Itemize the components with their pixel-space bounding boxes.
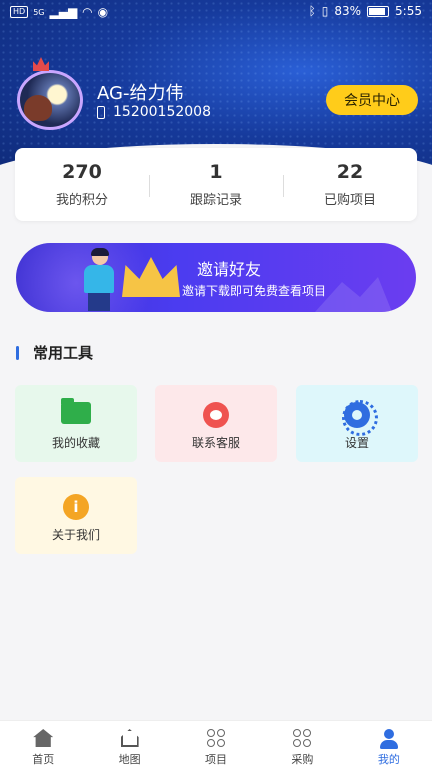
- stat-label: 已购项目: [323, 193, 376, 208]
- bluetooth-icon: ᛒ: [308, 4, 316, 18]
- stat-value: 270: [62, 161, 102, 183]
- vibrate-icon: ▯: [321, 4, 329, 18]
- bottom-tab-bar: 首页 地图 项目 采购 我的: [0, 720, 432, 768]
- tab-map[interactable]: 地图: [86, 721, 172, 768]
- tool-label: 我的收藏: [51, 436, 100, 450]
- stat-label: 跟踪记录: [189, 193, 242, 208]
- tab-mine[interactable]: 我的: [346, 721, 432, 768]
- tool-label: 关于我们: [51, 528, 100, 542]
- home-icon: [33, 729, 54, 747]
- tab-label: 首页: [32, 753, 55, 766]
- tool-customer-service[interactable]: 联系客服: [155, 385, 277, 462]
- eye-icon: ◉: [97, 5, 109, 19]
- tab-purchase[interactable]: 采购: [259, 721, 345, 768]
- hd-chip: HD: [10, 6, 29, 18]
- phone-row: 15200152008: [97, 104, 211, 120]
- tool-label: 设置: [344, 436, 369, 450]
- stat-label: 我的积分: [55, 193, 108, 208]
- signal-icon: ▂▄▆: [49, 5, 78, 19]
- battery-icon: [367, 5, 390, 17]
- section-title-text: 常用工具: [33, 344, 94, 362]
- stat-value: 1: [209, 161, 223, 183]
- tool-settings[interactable]: 设置: [296, 385, 418, 462]
- stats-card: 270 我的积分 1 跟踪记录 22 已购项目: [15, 148, 417, 221]
- grid-icon: [293, 729, 312, 747]
- clock: 5:55: [395, 4, 422, 18]
- signal-label: 5G: [33, 7, 45, 17]
- phone-number: 15200152008: [113, 104, 211, 120]
- tab-projects[interactable]: 项目: [173, 721, 259, 768]
- battery-percent: 83%: [334, 4, 362, 18]
- username: AG-给力伟: [97, 83, 184, 104]
- tools-section-title: 常用工具: [16, 342, 93, 363]
- avatar[interactable]: [17, 70, 83, 130]
- user-icon: [379, 729, 399, 749]
- banner-title: 邀请好友: [197, 260, 262, 279]
- stat-points[interactable]: 270 我的积分: [15, 161, 149, 208]
- grid-icon: [207, 729, 226, 747]
- vip-center-button[interactable]: 会员中心: [326, 85, 418, 115]
- invite-friends-banner[interactable]: 邀请好友 邀请下载即可免费查看项目: [16, 243, 416, 312]
- person-illustration: [74, 248, 124, 311]
- status-bar: HD 5G ▂▄▆ ◠ ◉ ᛒ ▯ 83% 5:55: [0, 0, 432, 24]
- tab-home[interactable]: 首页: [0, 721, 86, 768]
- gear-icon: [342, 400, 378, 436]
- stat-purchased[interactable]: 22 已购项目: [283, 161, 417, 208]
- tool-label: 联系客服: [191, 436, 240, 450]
- stat-tracking[interactable]: 1 跟踪记录: [149, 161, 283, 208]
- tab-label: 项目: [205, 753, 228, 766]
- banner-subtitle: 邀请下载即可免费查看项目: [182, 284, 327, 298]
- tool-about-us[interactable]: i 关于我们: [15, 477, 137, 554]
- phone-icon: [97, 105, 105, 119]
- section-marker: [16, 345, 19, 360]
- tab-label: 采购: [291, 753, 314, 766]
- info-icon: i: [63, 494, 89, 520]
- map-icon: [120, 729, 139, 747]
- tab-label: 地图: [118, 753, 141, 766]
- tab-label: 我的: [377, 753, 400, 766]
- wifi-icon: ◠: [82, 5, 93, 19]
- tool-favorites[interactable]: 我的收藏: [15, 385, 137, 462]
- stat-value: 22: [336, 161, 364, 183]
- customer-service-icon: [203, 402, 229, 428]
- folder-icon: [61, 398, 91, 424]
